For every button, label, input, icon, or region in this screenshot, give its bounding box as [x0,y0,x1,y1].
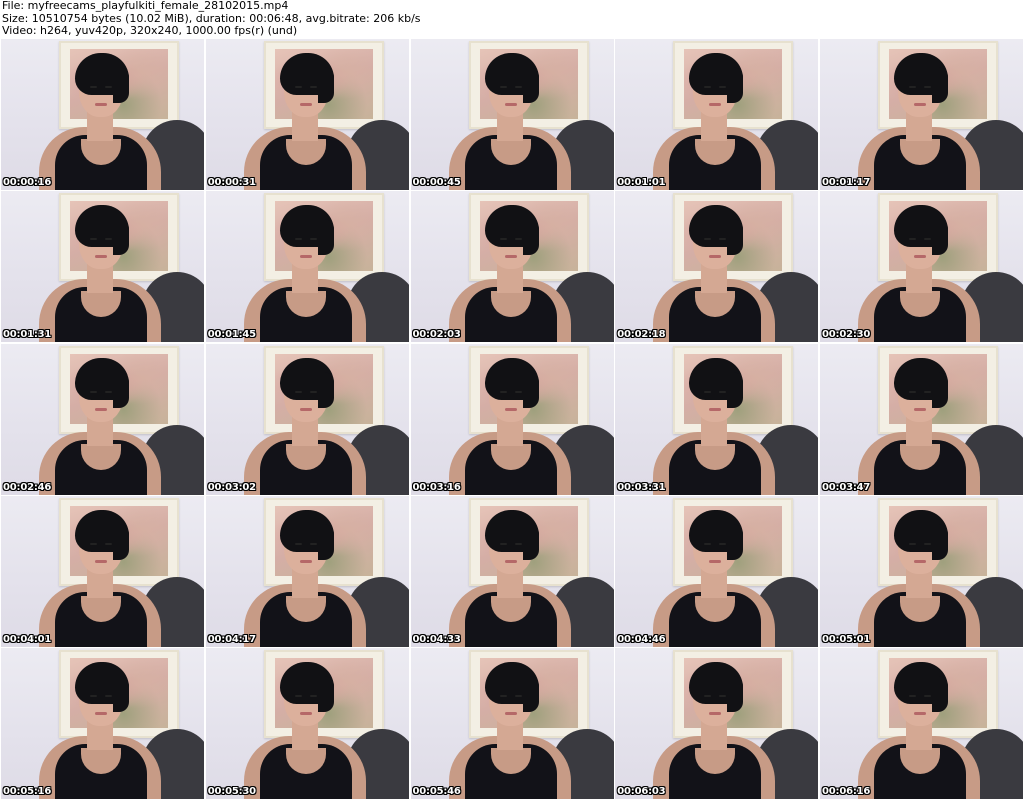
person-figure [820,344,1023,495]
video-thumbnail: 00:00:45 [410,39,614,190]
video-thumbnail: 00:01:45 [205,191,409,343]
video-thumbnail: 00:02:30 [820,191,1023,343]
person-figure [411,344,614,495]
person-figure [1,39,204,190]
video-thumbnail: 00:01:17 [820,39,1023,190]
thumbnail-timestamp: 00:01:01 [617,177,666,188]
thumbnail-timestamp: 00:05:01 [822,633,871,645]
video-thumbnail: 00:03:31 [615,343,819,495]
file-info-header: File: myfreecams_playfulkiti_female_2810… [2,0,421,38]
video-info-line: Video: h264, yuv420p, 320x240, 1000.00 f… [2,24,298,37]
thumbnail-grid: 00:00:16 00:00:31 00:00:45 00:01:01 00:01:17… [1,39,1023,799]
video-thumbnail: 00:05:16 [1,648,204,799]
thumbnail-timestamp: 00:05:30 [207,786,256,797]
person-figure [615,496,818,647]
person-figure [1,648,204,799]
thumbnail-timestamp: 00:04:33 [412,633,461,645]
person-figure [411,39,614,190]
video-thumbnail: 00:01:31 [1,191,204,343]
thumbnail-timestamp: 00:03:47 [822,481,871,493]
video-thumbnail: 00:02:46 [1,343,204,495]
person-figure [1,191,204,343]
thumbnail-timestamp: 00:01:31 [3,329,52,341]
thumbnail-timestamp: 00:03:02 [207,481,256,493]
thumbnail-timestamp: 00:01:17 [822,177,871,188]
thumbnail-timestamp: 00:03:16 [412,481,461,493]
video-thumbnail: 00:05:30 [205,648,409,799]
video-thumbnail: 00:01:01 [615,39,819,190]
person-figure [820,648,1023,799]
video-thumbnail: 00:04:17 [205,495,409,647]
person-figure [206,344,409,495]
person-figure [206,496,409,647]
person-figure [615,39,818,190]
video-thumbnail: 00:06:16 [820,648,1023,799]
person-figure [411,496,614,647]
person-figure [411,191,614,343]
video-thumbnail: 00:03:47 [820,343,1023,495]
video-thumbnail: 00:00:16 [1,39,204,190]
thumbnail-timestamp: 00:06:03 [617,786,666,797]
thumbnail-timestamp: 00:02:03 [412,329,461,341]
video-thumbnail: 00:05:01 [820,495,1023,647]
file-name-line: File: myfreecams_playfulkiti_female_2810… [2,0,289,12]
thumbnail-timestamp: 00:05:46 [412,786,461,797]
person-figure [206,39,409,190]
thumbnail-timestamp: 00:04:46 [617,633,666,645]
person-figure [820,496,1023,647]
thumbnail-timestamp: 00:06:16 [822,786,871,797]
thumbnail-timestamp: 00:02:30 [822,329,871,341]
person-figure [615,648,818,799]
video-thumbnail: 00:04:01 [1,495,204,647]
video-thumbnail: 00:06:03 [615,648,819,799]
video-thumbnail: 00:04:33 [410,495,614,647]
thumbnail-timestamp: 00:04:01 [3,633,52,645]
thumbnail-timestamp: 00:03:31 [617,481,666,493]
thumbnail-timestamp: 00:02:46 [3,481,52,493]
video-thumbnail: 00:04:46 [615,495,819,647]
thumbnail-timestamp: 00:04:17 [207,633,256,645]
video-thumbnail: 00:02:03 [410,191,614,343]
person-figure [820,39,1023,190]
person-figure [1,344,204,495]
person-figure [1,496,204,647]
thumbnail-timestamp: 00:05:16 [3,786,52,797]
video-thumbnail: 00:05:46 [410,648,614,799]
thumbnail-timestamp: 00:02:18 [617,329,666,341]
thumbnail-timestamp: 00:00:45 [412,177,461,188]
video-thumbnail: 00:03:16 [410,343,614,495]
person-figure [820,191,1023,343]
thumbnail-timestamp: 00:00:31 [207,177,256,188]
person-figure [615,191,818,343]
video-thumbnail: 00:02:18 [615,191,819,343]
thumbnail-timestamp: 00:00:16 [3,177,52,188]
video-thumbnail: 00:03:02 [205,343,409,495]
person-figure [206,648,409,799]
thumbnail-timestamp: 00:01:45 [207,329,256,341]
person-figure [411,648,614,799]
video-thumbnail: 00:00:31 [205,39,409,190]
person-figure [615,344,818,495]
person-figure [206,191,409,343]
